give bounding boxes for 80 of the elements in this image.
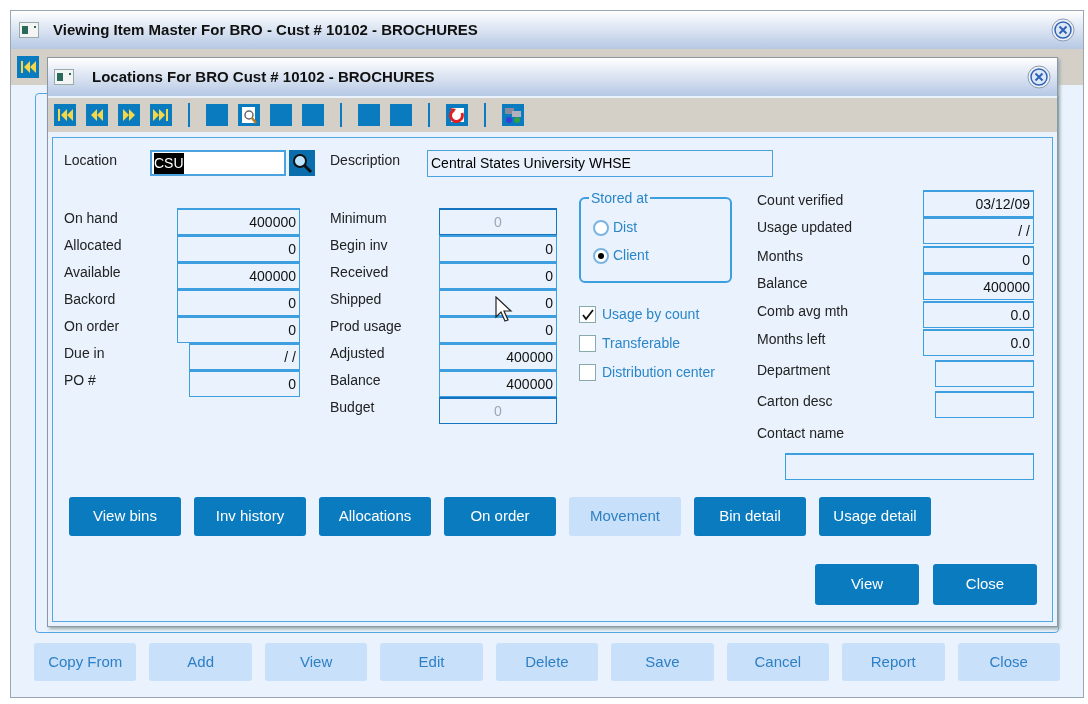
window-icon: [19, 22, 39, 38]
number-field[interactable]: 400000: [439, 370, 557, 397]
preview-icon[interactable]: [238, 104, 260, 126]
network-icon[interactable]: [502, 104, 524, 126]
field-label: On order: [64, 317, 121, 336]
action-button[interactable]: Usage detail: [819, 497, 931, 536]
field-label: Description: [330, 151, 402, 170]
number-field[interactable]: [935, 360, 1034, 387]
field-label: Usage updated: [757, 218, 853, 237]
last-record-icon[interactable]: [150, 104, 172, 126]
field-label: Prod usage: [330, 317, 403, 336]
search-icon[interactable]: [289, 150, 315, 176]
field-label: Department: [757, 361, 832, 380]
field-label: Months left: [757, 330, 827, 349]
number-field[interactable]: 400000: [923, 273, 1034, 300]
action-button[interactable]: View bins: [69, 497, 181, 536]
number-field[interactable]: 0: [439, 235, 557, 262]
check-icon: [581, 308, 594, 321]
action-button[interactable]: Allocations: [319, 497, 431, 536]
number-field[interactable]: 400000: [177, 208, 300, 235]
action-button[interactable]: Inv history: [194, 497, 306, 536]
first-record-icon[interactable]: [54, 104, 76, 126]
next-record-icon[interactable]: [118, 104, 140, 126]
first-record-icon[interactable]: [17, 56, 39, 78]
number-field[interactable]: 0.0: [923, 329, 1034, 356]
field-label: Backord: [64, 290, 117, 309]
field-label: Balance: [330, 371, 382, 390]
field-label: Budget: [330, 398, 376, 417]
field-label: Carton desc: [757, 392, 834, 411]
action-button[interactable]: Bin detail: [694, 497, 806, 536]
window-icon: [54, 69, 74, 85]
number-field[interactable]: 0.0: [923, 301, 1034, 328]
field-label: On hand: [64, 209, 119, 228]
number-field[interactable]: 0: [189, 370, 300, 397]
field-label: Available: [64, 263, 122, 282]
dialog-button[interactable]: Close: [933, 564, 1037, 605]
action-button[interactable]: On order: [444, 497, 556, 536]
field-label: Location: [64, 151, 118, 170]
number-field[interactable]: 0: [177, 316, 300, 343]
number-field[interactable]: 400000: [177, 262, 300, 289]
refresh-icon[interactable]: [446, 104, 468, 126]
dialog-button[interactable]: View: [815, 564, 919, 605]
number-field[interactable]: 0: [439, 316, 557, 343]
number-field[interactable]: 0: [439, 289, 557, 316]
close-icon[interactable]: [1051, 18, 1075, 42]
number-field[interactable]: / /: [189, 343, 300, 370]
number-field[interactable]: 03/12/09: [923, 190, 1034, 217]
checkbox-option[interactable]: Usage by count: [579, 304, 739, 325]
checkbox-option[interactable]: Transferable: [579, 333, 739, 354]
previous-record-icon[interactable]: [86, 104, 108, 126]
number-field[interactable]: / /: [923, 217, 1034, 244]
field-label: Due in: [64, 344, 106, 363]
field-label: Balance: [757, 274, 809, 293]
radio-option[interactable]: Client: [593, 245, 730, 266]
number-field[interactable]: 400000: [439, 343, 557, 370]
description-field[interactable]: Central States University WHSE: [427, 150, 773, 177]
field-label: Begin inv: [330, 236, 389, 255]
contact-name-field[interactable]: [785, 453, 1034, 480]
field-label: Contact name: [757, 424, 846, 443]
checkbox-option[interactable]: Distribution center: [579, 362, 739, 383]
radio-option[interactable]: Dist: [593, 217, 730, 238]
field-label: Months: [757, 247, 804, 266]
mouse-pointer-icon: [495, 296, 513, 322]
field-label: Allocated: [64, 236, 123, 255]
field-label: Received: [330, 263, 390, 282]
close-icon[interactable]: [1027, 65, 1051, 89]
window-title: Viewing Item Master For BRO - Cust # 10102 - BROCHURES: [53, 19, 479, 40]
field-label: Count verified: [757, 191, 845, 210]
field-label: Shipped: [330, 290, 383, 309]
dialog-title: Locations For BRO Cust # 10102 - BROCHURES: [92, 66, 436, 87]
number-field[interactable]: [935, 391, 1034, 418]
location-field[interactable]: CSU: [150, 150, 286, 176]
number-field[interactable]: 0: [923, 246, 1034, 273]
number-field[interactable]: 0: [439, 262, 557, 289]
field-label: Adjusted: [330, 344, 386, 363]
field-label: Comb avg mth: [757, 302, 850, 321]
number-field[interactable]: 0: [177, 235, 300, 262]
field-label: PO #: [64, 371, 97, 390]
field-label: Minimum: [330, 209, 388, 228]
number-field[interactable]: 0: [177, 289, 300, 316]
